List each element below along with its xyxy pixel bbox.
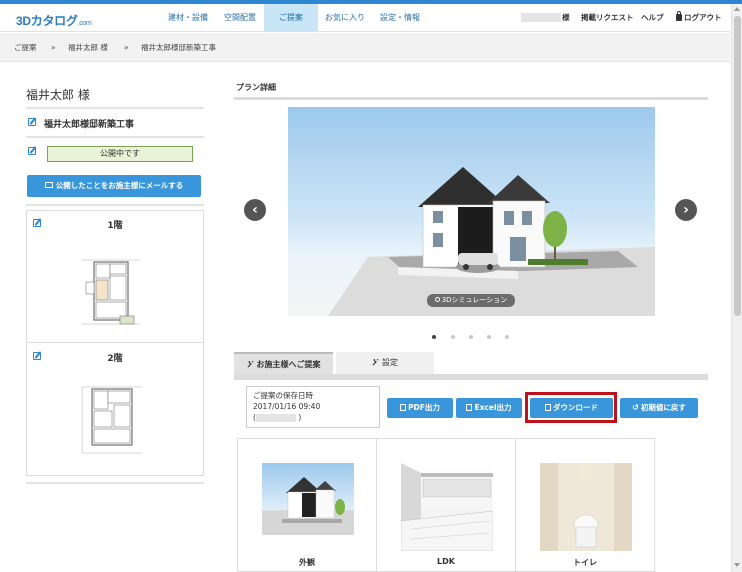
divider bbox=[26, 136, 204, 138]
customer-name: 福井太郎 様 bbox=[26, 88, 90, 102]
pdf-export-label: PDF出力 bbox=[408, 403, 440, 412]
wrench-icon bbox=[372, 359, 379, 366]
help-link[interactable]: ヘルプ bbox=[641, 4, 664, 32]
edit-icon[interactable] bbox=[28, 147, 36, 155]
nav-item-space[interactable]: 空間配置 bbox=[216, 4, 264, 32]
user-masked bbox=[255, 414, 296, 422]
floor-plan-1f[interactable] bbox=[80, 258, 142, 326]
save-date: 2017/01/16 09:40 bbox=[253, 402, 321, 411]
breadcrumb: ご提案 » 福井太郎 様 » 福井太郎様邸新築工事 bbox=[0, 33, 730, 62]
thumb-ldk-label: LDK bbox=[437, 557, 455, 566]
carousel-dot[interactable] bbox=[505, 335, 509, 339]
thumb-ldk[interactable]: LDK bbox=[376, 438, 516, 572]
heading-underline bbox=[234, 97, 708, 100]
tab-settings[interactable]: 設定 bbox=[336, 352, 434, 374]
user-suffix: 様 bbox=[562, 13, 570, 22]
download-highlight-box bbox=[525, 392, 617, 423]
3d-simulation-label: 3Dシミュレーション bbox=[441, 296, 508, 304]
reset-label: 初期値に戻す bbox=[640, 403, 686, 412]
wrench-icon bbox=[246, 361, 253, 368]
toilet-thumb bbox=[540, 463, 632, 551]
divider bbox=[26, 107, 204, 109]
carousel-dot[interactable] bbox=[451, 335, 455, 339]
tab-settings-label: 設定 bbox=[382, 358, 398, 367]
logout-label: ログアウト bbox=[684, 13, 722, 22]
notify-customer-label: 公開したことをお施主様にメールする bbox=[55, 181, 184, 190]
save-user: ( ) bbox=[253, 412, 373, 423]
carousel-dot[interactable] bbox=[487, 335, 491, 339]
excel-export-button[interactable]: Excel出力 bbox=[456, 398, 522, 418]
thumb-exterior-label: 外観 bbox=[299, 558, 315, 567]
logo-suffix: .com bbox=[77, 20, 92, 27]
scrollbar[interactable] bbox=[731, 4, 742, 572]
carousel-dot[interactable] bbox=[469, 335, 473, 339]
divider bbox=[26, 204, 204, 206]
scroll-down-icon[interactable] bbox=[734, 563, 740, 567]
excel-export-label: Excel出力 bbox=[474, 403, 512, 412]
carousel-dot[interactable] bbox=[432, 335, 436, 339]
carousel-next-icon[interactable]: › bbox=[675, 199, 697, 221]
save-label: ご提案の保存日時 bbox=[253, 391, 313, 400]
breadcrumb-separator: » bbox=[124, 43, 129, 52]
kitchen-thumb bbox=[401, 463, 493, 551]
floor-plan-2f[interactable] bbox=[80, 385, 144, 455]
request-link[interactable]: 掲載リクエスト bbox=[581, 4, 634, 32]
scroll-up-icon[interactable] bbox=[734, 7, 740, 11]
thumb-exterior-image bbox=[262, 463, 354, 535]
scroll-thumb[interactable] bbox=[734, 16, 741, 316]
notify-customer-button[interactable]: 公開したことをお施主様にメールする bbox=[27, 175, 201, 197]
paren-close: ) bbox=[298, 413, 302, 422]
user-name-masked bbox=[521, 13, 561, 22]
3d-simulation-button[interactable]: 3Dシミュレーション bbox=[427, 294, 515, 307]
floor-label-2f: 2階 bbox=[107, 354, 123, 364]
nav-item-materials[interactable]: 建材・設備 bbox=[160, 4, 216, 32]
document-icon bbox=[466, 404, 473, 411]
carousel-prev-icon[interactable]: ‹ bbox=[244, 199, 266, 221]
envelope-icon bbox=[44, 182, 53, 188]
breadcrumb-project: 福井太郎様邸新築工事 bbox=[141, 43, 216, 52]
document-icon bbox=[400, 404, 407, 411]
breadcrumb-customer[interactable]: 福井太郎 様 bbox=[68, 33, 108, 62]
plan-heading: プラン詳細 bbox=[236, 83, 276, 92]
plan-main-image[interactable] bbox=[288, 107, 655, 316]
save-info: ご提案の保存日時 2017/01/16 09:40 ( ) bbox=[246, 386, 380, 428]
house-thumb bbox=[282, 477, 345, 523]
reset-icon: ↺ bbox=[632, 403, 639, 412]
house-render bbox=[328, 167, 655, 316]
reset-button[interactable]: ↺ 初期値に戻す bbox=[620, 398, 698, 418]
breadcrumb-proposal[interactable]: ご提案 bbox=[14, 33, 37, 62]
tab-underline bbox=[234, 374, 708, 380]
project-title: 福井太郎様邸新築工事 bbox=[44, 120, 135, 130]
floor-label-1f: 1階 bbox=[107, 221, 123, 231]
logo[interactable]: 3Dカタログ.com bbox=[16, 12, 92, 29]
thumb-toilet-image bbox=[540, 463, 632, 551]
lock-icon bbox=[676, 11, 682, 21]
divider bbox=[26, 482, 204, 484]
tab-proposal-label: お施主様へご提案 bbox=[256, 360, 321, 369]
logo-text: 3Dカタログ bbox=[16, 14, 78, 28]
nav-item-proposal[interactable]: ご提案 bbox=[264, 4, 318, 32]
edit-icon[interactable] bbox=[28, 118, 36, 126]
header: 3Dカタログ.com 建材・設備 空間配置 ご提案 お気に入り 設定・情報 様 … bbox=[0, 4, 730, 32]
thumb-exterior[interactable]: 外観 bbox=[237, 438, 377, 572]
nav-item-favorites[interactable]: お気に入り bbox=[318, 4, 372, 32]
pdf-export-button[interactable]: PDF出力 bbox=[387, 398, 453, 418]
tab-proposal[interactable]: お施主様へご提案 bbox=[234, 352, 333, 374]
thumb-toilet-label: トイレ bbox=[573, 558, 597, 567]
logout-link[interactable]: ログアウト bbox=[676, 4, 722, 32]
breadcrumb-separator: » bbox=[51, 43, 56, 52]
thumb-ldk-image bbox=[401, 463, 493, 551]
divider bbox=[27, 342, 203, 343]
nav-item-settings[interactable]: 設定・情報 bbox=[372, 4, 428, 32]
status-badge: 公開中です bbox=[47, 146, 193, 162]
thumb-toilet[interactable]: トイレ bbox=[515, 438, 655, 572]
magnifier-icon bbox=[434, 297, 440, 302]
